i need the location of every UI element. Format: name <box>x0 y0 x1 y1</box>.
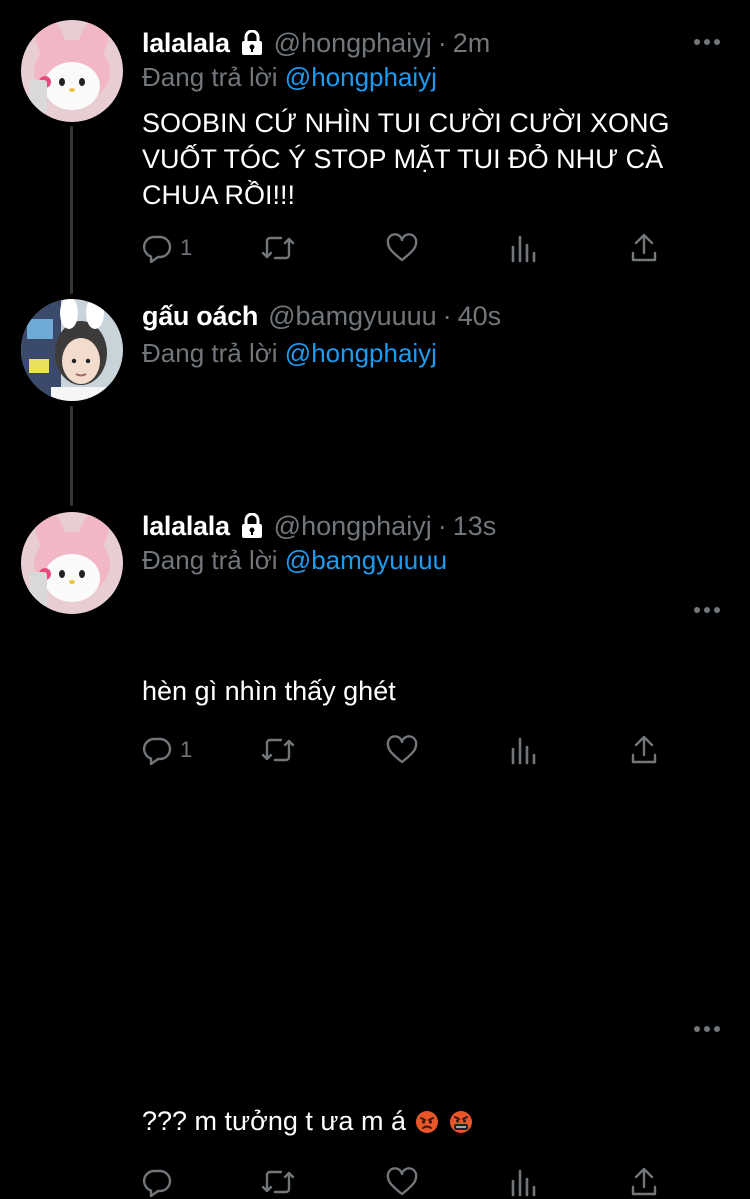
replying-to-mention[interactable]: @bamgyuuuu <box>285 545 447 575</box>
separator-dot: · <box>437 27 447 58</box>
reply-icon <box>142 1167 172 1197</box>
share-button[interactable] <box>630 1165 658 1199</box>
tweet-header: gấu oách @bamgyuuuu · 40s <box>142 298 501 334</box>
retweet-button[interactable] <box>260 1165 296 1199</box>
separator-dot: · <box>442 300 452 331</box>
share-icon <box>630 233 658 263</box>
views-icon <box>510 1167 538 1197</box>
reply-icon <box>142 735 172 765</box>
like-icon <box>386 735 418 765</box>
handle[interactable]: @hongphaiyj <box>274 511 432 542</box>
tweet-header: lalalala @hongphaiyj · 2m <box>142 25 490 61</box>
avatar[interactable] <box>21 299 123 401</box>
like-icon <box>386 1167 418 1197</box>
views-icon <box>510 735 538 765</box>
replying-to-label: Đang trả lời <box>142 338 278 368</box>
share-button[interactable] <box>630 733 658 767</box>
replying-to: Đang trả lời @hongphaiyj <box>142 338 437 369</box>
tweet-1[interactable]: lalalala @hongphaiyj · 2m Đang trả lời @… <box>0 0 750 293</box>
cursing-face-emoji <box>449 1107 473 1133</box>
share-icon <box>630 1167 658 1197</box>
views-icon <box>510 233 538 263</box>
reply-count: 1 <box>180 235 193 260</box>
lock-icon <box>240 512 264 539</box>
reply-count: 1 <box>180 737 193 762</box>
retweet-button[interactable] <box>260 733 296 767</box>
tweet-header: lalalala @hongphaiyj · 13s <box>142 508 496 544</box>
tweet-actions: 1 <box>142 733 672 767</box>
reply-button[interactable]: 1 <box>142 231 192 265</box>
display-name[interactable]: lalalala <box>142 511 230 542</box>
like-icon <box>386 233 418 263</box>
like-button[interactable] <box>386 231 418 265</box>
replying-to: Đang trả lời @hongphaiyj <box>142 62 437 93</box>
retweet-icon <box>260 735 296 765</box>
handle[interactable]: @bamgyuuuu <box>268 301 437 332</box>
lock-icon <box>240 29 264 56</box>
timestamp[interactable]: 40s <box>458 301 502 332</box>
replying-to-label: Đang trả lời <box>142 62 278 92</box>
views-button[interactable] <box>510 1165 538 1199</box>
timestamp[interactable]: 2m <box>453 28 491 59</box>
display-name[interactable]: lalalala <box>142 28 230 59</box>
reply-button[interactable]: 1 <box>142 733 192 767</box>
share-button[interactable] <box>630 231 658 265</box>
reply-button[interactable] <box>142 1165 172 1199</box>
tweet-text: ??? m tưởng t ưa m á <box>142 1103 722 1139</box>
display-name[interactable]: gấu oách <box>142 301 258 332</box>
retweet-button[interactable] <box>260 231 296 265</box>
views-button[interactable] <box>510 733 538 767</box>
separator-dot: · <box>437 510 447 541</box>
retweet-icon <box>260 233 296 263</box>
tweet-actions <box>142 1165 672 1199</box>
tweet-text: SOOBIN CỨ NHÌN TUI CƯỜI CƯỜI XONG VUỐT T… <box>142 108 670 210</box>
retweet-icon <box>260 1167 296 1197</box>
tweet-text-content: ??? m tưởng t ưa m á <box>142 1106 406 1136</box>
replying-to-mention[interactable]: @hongphaiyj <box>285 62 437 92</box>
like-button[interactable] <box>386 733 418 767</box>
tweet-thread: lalalala @hongphaiyj · 2m Đang trả lời @… <box>0 0 750 1197</box>
more-icon[interactable] <box>694 1025 720 1033</box>
avatar[interactable] <box>21 20 123 122</box>
angry-face-emoji <box>415 1107 439 1133</box>
replying-to-mention[interactable]: @hongphaiyj <box>285 338 437 368</box>
handle[interactable]: @hongphaiyj <box>274 28 432 59</box>
like-button[interactable] <box>386 1165 418 1199</box>
timestamp[interactable]: 13s <box>453 511 497 542</box>
replying-to-label: Đang trả lời <box>142 545 278 575</box>
reply-icon <box>142 233 172 263</box>
share-icon <box>630 735 658 765</box>
tweet-actions: 1 <box>142 231 672 265</box>
avatar[interactable] <box>21 512 123 614</box>
more-icon[interactable] <box>694 38 720 46</box>
replying-to: Đang trả lời @bamgyuuuu <box>142 545 447 576</box>
views-button[interactable] <box>510 231 538 265</box>
